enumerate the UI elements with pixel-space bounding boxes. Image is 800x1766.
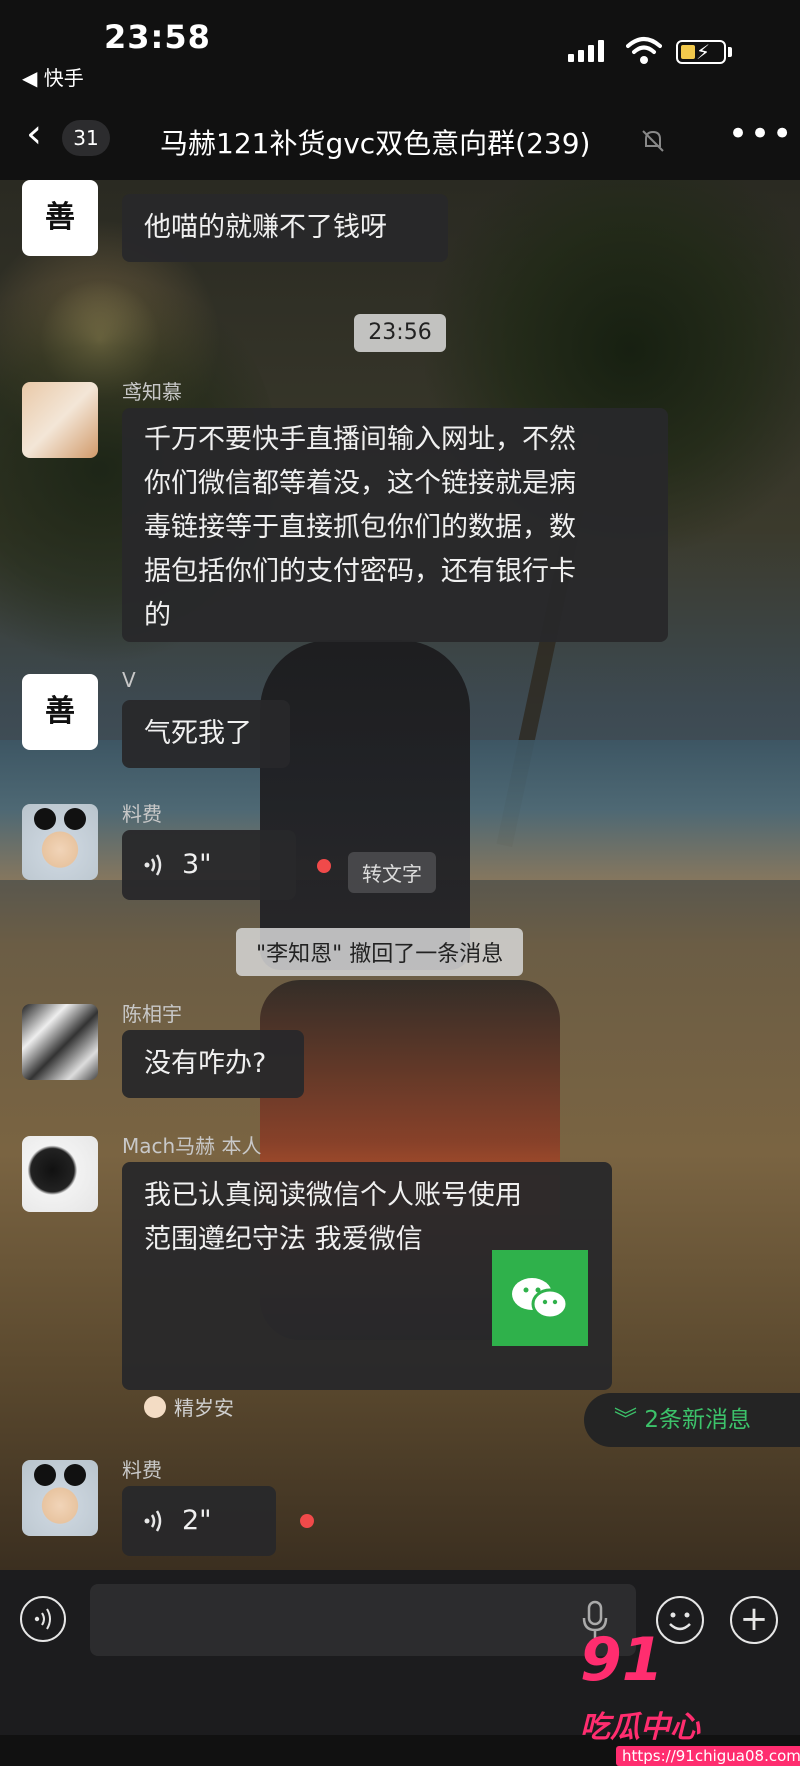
chevron-left-icon[interactable]: ‹ (26, 114, 42, 154)
chat-title: 马赫121补货gvc双色意向群(239) (160, 127, 591, 160)
message-bubble[interactable]: 千万不要快手直播间输入网址，不然 你们微信都等着没，这个链接就是病 毒链接等于直… (122, 408, 668, 642)
avatar[interactable]: 善 (22, 180, 98, 256)
quote-avatar-icon (144, 1395, 166, 1418)
voice-message-bubble[interactable]: 3" (122, 830, 296, 900)
watermark-url: https://91chigua08.com (616, 1746, 800, 1766)
bell-slash-icon (642, 130, 664, 152)
message-line: 的 (144, 600, 171, 631)
sender-name: V (122, 668, 136, 692)
avatar[interactable]: 善 (22, 674, 98, 750)
avatar[interactable] (22, 804, 98, 880)
wifi-icon (626, 37, 662, 64)
message-bubble[interactable]: 没有咋办? (122, 1030, 304, 1098)
sender-name: 鸢知慕 (122, 380, 182, 404)
sender-name: 料费 (122, 802, 162, 826)
battery-icon: ⚡ (676, 40, 726, 64)
watermark-number: 91 (580, 1625, 664, 1695)
to-text-button[interactable]: 转文字 (348, 852, 436, 893)
unread-count-badge[interactable]: 31 (62, 120, 110, 156)
voice-mode-icon[interactable] (20, 1596, 66, 1642)
voice-wave-icon (144, 1510, 162, 1532)
message-line: 据包括你们的支付密码，还有银行卡 (144, 556, 576, 587)
sender-name: Mach马赫 本人 (122, 1134, 262, 1158)
watermark-logo: 91 吃瓜中心 https://91chigua08.com (580, 1625, 800, 1766)
more-dots-icon[interactable]: ••• (728, 114, 794, 154)
voice-duration: 2" (182, 1505, 212, 1536)
double-chevron-down-icon: ︾ (614, 1407, 645, 1433)
wechat-logo-icon (492, 1250, 588, 1346)
voice-wave-icon (144, 854, 162, 876)
unplayed-dot (300, 1514, 314, 1528)
sender-name: 料费 (122, 1458, 162, 1482)
message-line: 千万不要快手直播间输入网址，不然 (144, 424, 576, 455)
message-bubble[interactable]: 我已认真阅读微信个人账号使用 范围遵纪守法 我爱微信 (122, 1162, 612, 1390)
message-line: 毒链接等于直接抓包你们的数据，数 (144, 512, 576, 543)
system-recall-notice: "李知恩" 撤回了一条消息 (236, 928, 524, 976)
avatar[interactable] (22, 382, 98, 458)
unplayed-dot (317, 859, 331, 873)
watermark-name: 吃瓜中心 (580, 1710, 700, 1745)
sender-name: 陈相宇 (122, 1002, 182, 1026)
avatar[interactable] (22, 1004, 98, 1080)
message-line: 我已认真阅读微信个人账号使用 (144, 1180, 522, 1211)
voice-message-bubble[interactable]: 2" (122, 1486, 276, 1556)
quoted-reply[interactable]: 精岁安 (144, 1392, 234, 1421)
message-bubble[interactable]: 他喵的就赚不了钱呀 (122, 194, 448, 262)
message-input[interactable] (90, 1584, 636, 1656)
avatar[interactable] (22, 1136, 98, 1212)
voice-duration: 3" (182, 849, 212, 880)
message-bubble[interactable]: 气死我了 (122, 700, 290, 768)
battery-cap (728, 47, 732, 57)
new-messages-button[interactable]: ︾ 2条新消息 (584, 1393, 800, 1447)
new-messages-label: 2条新消息 (644, 1407, 751, 1433)
back-to-app-link[interactable]: ◀ 快手 (22, 62, 84, 91)
message-list[interactable]: 善 他喵的就赚不了钱呀 23:56 鸢知慕 千万不要快手直播间输入网址，不然 你… (0, 180, 800, 1570)
status-time: 23:58 (104, 18, 211, 56)
avatar[interactable] (22, 1460, 98, 1536)
message-line: 你们微信都等着没，这个链接就是病 (144, 468, 576, 499)
quote-name: 精岁安 (174, 1396, 234, 1420)
status-bar: 23:58 ◀ 快手 ⚡ (0, 0, 800, 96)
chat-header: ‹ 31 马赫121补货gvc双色意向群(239) ••• (0, 96, 800, 180)
cellular-signal-icon (568, 40, 604, 62)
timestamp-chip: 23:56 (354, 314, 446, 352)
